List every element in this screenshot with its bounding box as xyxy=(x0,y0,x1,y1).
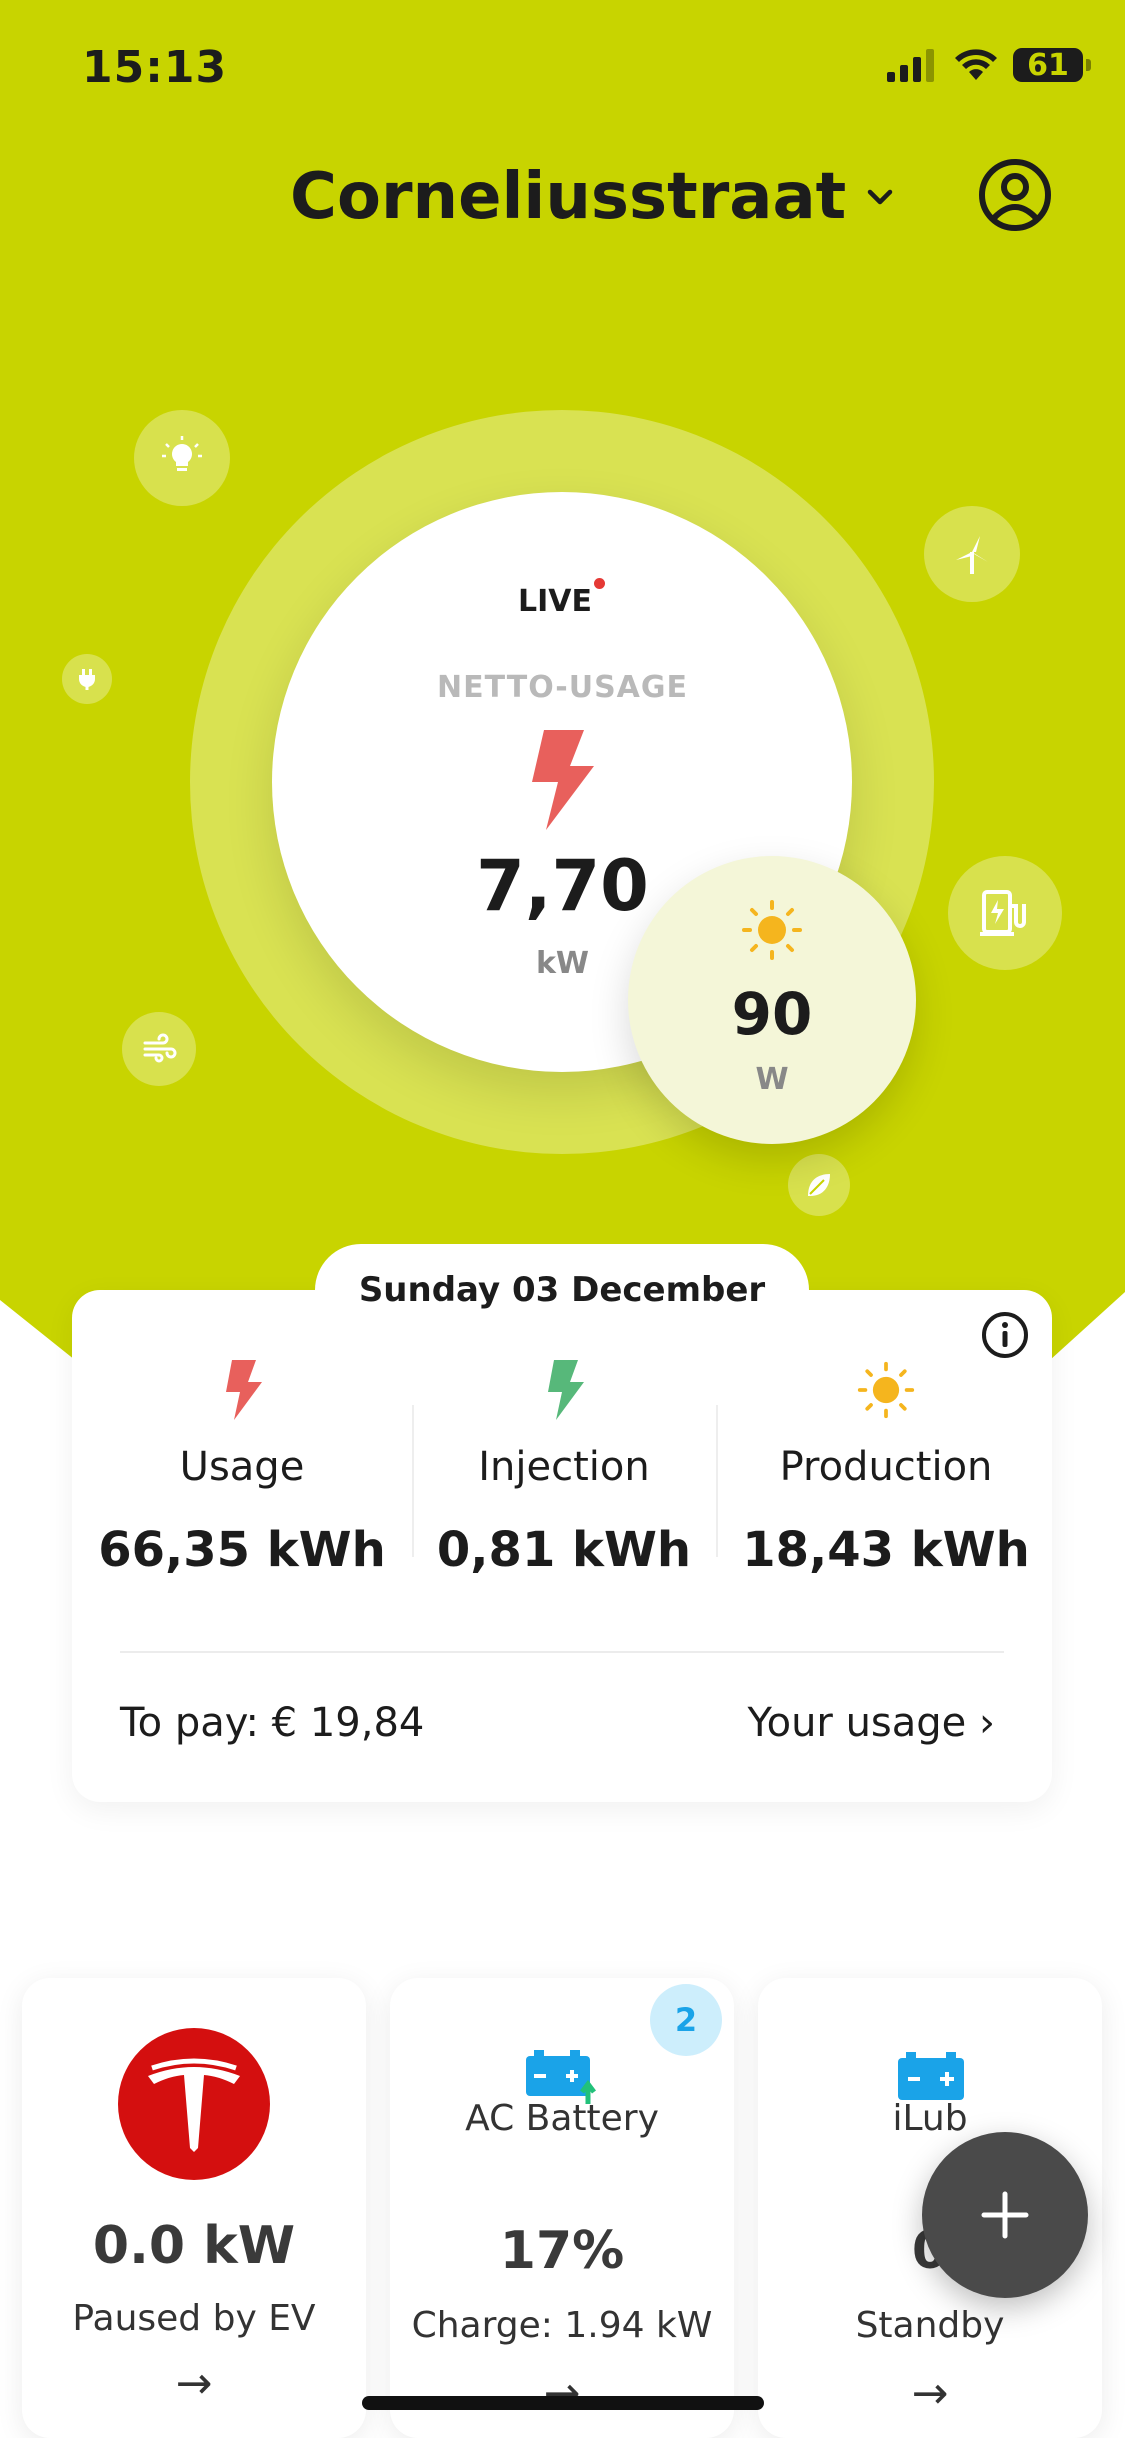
sun-icon xyxy=(742,900,802,960)
wind-bubble[interactable] xyxy=(122,1012,196,1086)
usage-bolt-icon xyxy=(226,1360,262,1420)
wind-icon xyxy=(143,1033,177,1063)
arrow-right-icon: → xyxy=(175,2358,213,2409)
stat-production: Production 18,43 kWh xyxy=(736,1360,1036,1578)
plus-icon xyxy=(981,2191,1029,2239)
netto-usage-unit: kW xyxy=(535,946,590,981)
location-selector[interactable]: Corneliusstraat xyxy=(290,160,898,234)
home-indicator[interactable] xyxy=(362,2396,764,2410)
your-usage-link[interactable]: Your usage › xyxy=(747,1700,995,1746)
add-button[interactable] xyxy=(922,2132,1088,2298)
status-time: 15:13 xyxy=(82,42,228,93)
sun-icon xyxy=(857,1361,915,1419)
date-selector[interactable]: Sunday 03 December xyxy=(315,1244,809,1336)
tesla-logo xyxy=(118,2028,270,2180)
production-unit: W xyxy=(755,1062,789,1097)
windmill-bubble[interactable] xyxy=(924,506,1020,602)
injection-bolt-icon xyxy=(548,1360,584,1420)
device-status: Standby xyxy=(855,2305,1005,2346)
netto-usage-label: NETTO-USAGE xyxy=(436,670,689,705)
battery-charge-icon xyxy=(526,2050,596,2104)
stat-injection: Injection 0,81 kWh xyxy=(414,1360,714,1578)
device-card-tesla[interactable]: 0.0 kW Paused by EV → xyxy=(22,1978,366,2438)
to-pay-amount: To pay: € 19,84 xyxy=(120,1700,425,1746)
chevron-down-icon xyxy=(867,189,893,205)
leaf-bubble[interactable] xyxy=(788,1154,850,1216)
stat-label: Production xyxy=(779,1444,993,1490)
device-name: AC Battery xyxy=(465,2098,659,2139)
status-bar: 15:13 61 xyxy=(0,0,1125,130)
production-value: 90 xyxy=(731,980,813,1048)
netto-usage-value: 7,70 xyxy=(476,845,649,927)
arrow-right-icon: → xyxy=(543,2368,581,2419)
wifi-icon xyxy=(955,49,997,80)
stat-value: 0,81 kWh xyxy=(436,1522,692,1578)
location-title: Corneliusstraat xyxy=(290,160,847,234)
notification-badge: 2 xyxy=(650,1984,722,2056)
status-icons: 61 xyxy=(887,48,1091,83)
divider xyxy=(716,1405,718,1557)
stat-label: Injection xyxy=(478,1444,650,1490)
info-icon[interactable] xyxy=(980,1310,1030,1360)
stat-value: 66,35 kWh xyxy=(98,1522,386,1578)
device-status: Paused by EV xyxy=(72,2298,316,2339)
cellular-signal-icon xyxy=(887,49,934,82)
stat-usage: Usage 66,35 kWh xyxy=(92,1360,392,1578)
battery-icon xyxy=(898,2052,964,2100)
battery-indicator: 61 xyxy=(1013,48,1091,83)
windmill-icon xyxy=(956,536,988,574)
device-value: 17% xyxy=(499,2221,625,2281)
lightbulb-bubble[interactable] xyxy=(134,410,230,506)
device-value: 0.0 kW xyxy=(92,2216,296,2276)
live-label: LIVE xyxy=(518,584,592,619)
usage-bolt-icon xyxy=(532,730,594,830)
divider xyxy=(120,1651,1004,1653)
device-status: Charge: 1.94 kW xyxy=(411,2305,713,2346)
stat-label: Usage xyxy=(179,1444,305,1490)
leaf-icon xyxy=(808,1174,830,1196)
profile-icon[interactable] xyxy=(978,158,1052,232)
arrow-right-icon: → xyxy=(911,2368,949,2419)
live-dot xyxy=(594,578,605,589)
device-name: iLub xyxy=(892,2098,968,2139)
stat-value: 18,43 kWh xyxy=(742,1522,1030,1578)
lightbulb-icon xyxy=(162,436,202,471)
